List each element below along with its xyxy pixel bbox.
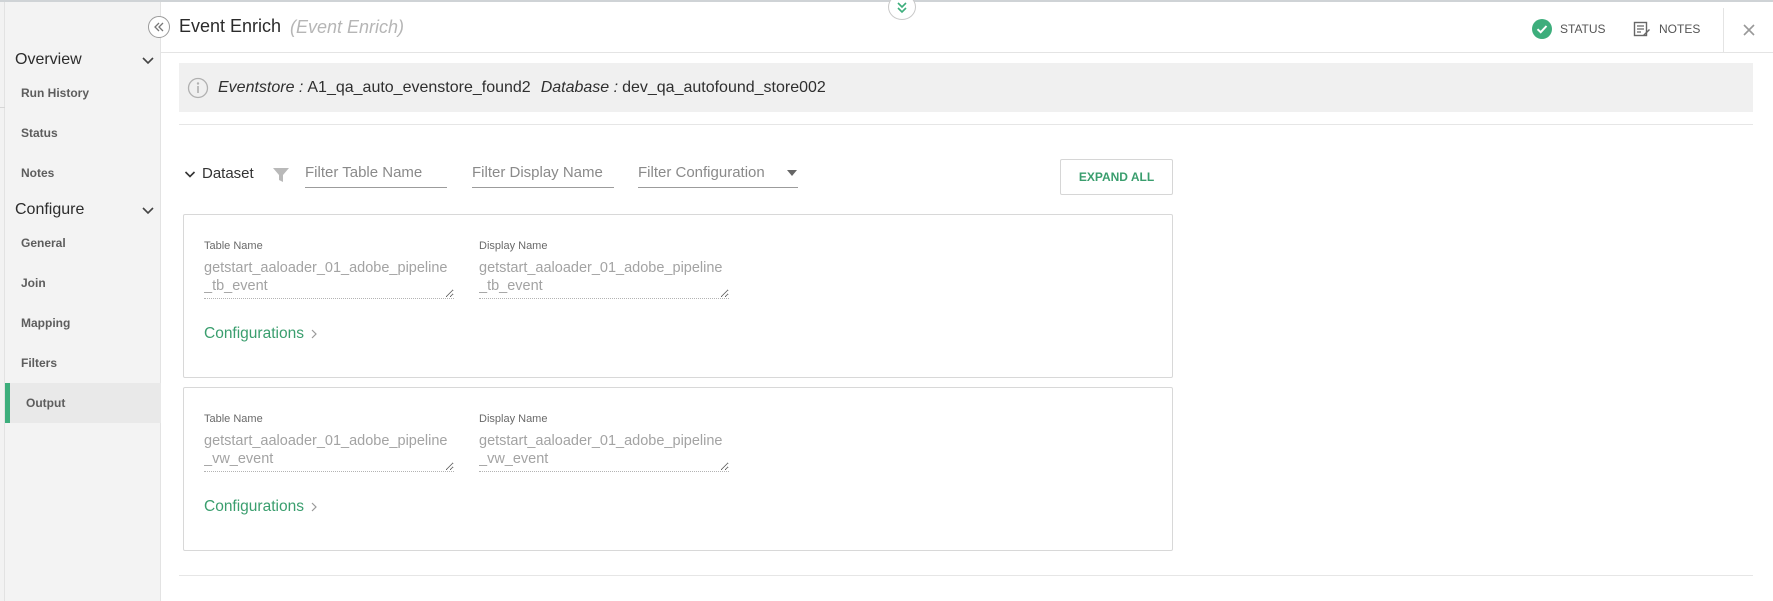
section-configure[interactable]: Configure [15,198,155,222]
configurations-label: Configurations [204,325,304,342]
filter-icon[interactable] [272,166,290,184]
header: Event Enrich (Event Enrich) STATUS NOTES [161,2,1773,53]
table-name-label: Table Name [204,413,263,425]
double-chevron-down-icon [897,2,907,14]
display-name-field[interactable]: getstart_aaloader_01_adobe_pipeline_tb_e… [479,259,729,299]
chevron-down-icon [184,170,196,178]
chevron-right-icon [311,502,317,512]
display-name-label: Display Name [479,413,548,425]
sidebar: Overview Run History Status Notes Config… [5,2,161,601]
sidebar-item-join[interactable]: Join [5,263,161,303]
sidebar-item-label: Join [21,276,46,290]
filter-table-name-input[interactable] [305,158,447,188]
sidebar-item-label: General [21,236,66,250]
filter-configuration-select[interactable]: Filter Configuration [638,158,798,188]
dataset-card: Table Name getstart_aaloader_01_adobe_pi… [183,214,1173,378]
sidebar-item-label: Filters [21,356,58,370]
close-button[interactable] [1723,8,1773,52]
dataset-card: Table Name getstart_aaloader_01_adobe_pi… [183,387,1173,551]
section-configure-label: Configure [15,201,85,218]
database-value: dev_qa_autofound_store002 [622,78,826,96]
eventstore-label: Eventstore : [218,78,304,96]
sidebar-item-label: Notes [21,166,55,180]
divider-bottom [179,575,1753,576]
table-name-field[interactable]: getstart_aaloader_01_adobe_pipeline_vw_e… [204,432,454,472]
info-icon [187,77,209,98]
section-overview-label: Overview [15,51,82,68]
filter-display-name-input[interactable] [472,158,614,188]
sidebar-item-output[interactable]: Output [5,383,161,423]
double-chevron-left-icon [154,22,164,32]
sidebar-item-status[interactable]: Status [5,113,161,153]
chevron-down-icon [142,207,154,215]
page-title: Event Enrich [179,16,282,36]
dataset-toggle[interactable]: Dataset [184,165,254,182]
divider-top [179,124,1753,125]
display-name-field[interactable]: getstart_aaloader_01_adobe_pipeline_vw_e… [479,432,729,472]
expand-all-button[interactable]: EXPAND ALL [1060,159,1173,195]
notes-label: NOTES [1659,22,1701,36]
filter-configuration-placeholder: Filter Configuration [638,164,765,181]
info-bar: Eventstore : A1_qa_auto_evenstore_found2… [179,63,1753,112]
configurations-label: Configurations [204,498,304,515]
caret-down-icon [787,169,797,176]
sidebar-item-filters[interactable]: Filters [5,343,161,383]
page-subtitle: (Event Enrich) [290,17,405,37]
eventstore-value: A1_qa_auto_evenstore_found2 [307,78,531,96]
sidebar-item-label: Run History [21,86,90,100]
sidebar-item-label: Output [26,396,66,410]
chevron-down-icon [142,57,154,65]
check-circle-icon [1532,19,1552,39]
sidebar-item-mapping[interactable]: Mapping [5,303,161,343]
dataset-label: Dataset [202,165,254,182]
chevron-right-icon [311,329,317,339]
close-icon [1742,24,1755,36]
table-name-field[interactable]: getstart_aaloader_01_adobe_pipeline_tb_e… [204,259,454,299]
sidebar-item-label: Status [21,126,58,140]
table-name-label: Table Name [204,240,263,252]
display-name-label: Display Name [479,240,548,252]
collapse-sidebar-button[interactable] [148,16,170,38]
notes-icon [1633,21,1650,37]
sidebar-item-notes[interactable]: Notes [5,153,161,193]
status-button[interactable]: STATUS [1532,18,1606,40]
configurations-link[interactable]: Configurations [204,498,318,516]
sidebar-item-label: Mapping [21,316,71,330]
configurations-link[interactable]: Configurations [204,325,318,343]
sidebar-item-run-history[interactable]: Run History [5,73,161,113]
sidebar-item-general[interactable]: General [5,223,161,263]
status-label: STATUS [1560,22,1606,36]
database-label: Database : [540,78,619,96]
notes-button[interactable]: NOTES [1633,18,1700,40]
section-overview[interactable]: Overview [15,48,155,72]
